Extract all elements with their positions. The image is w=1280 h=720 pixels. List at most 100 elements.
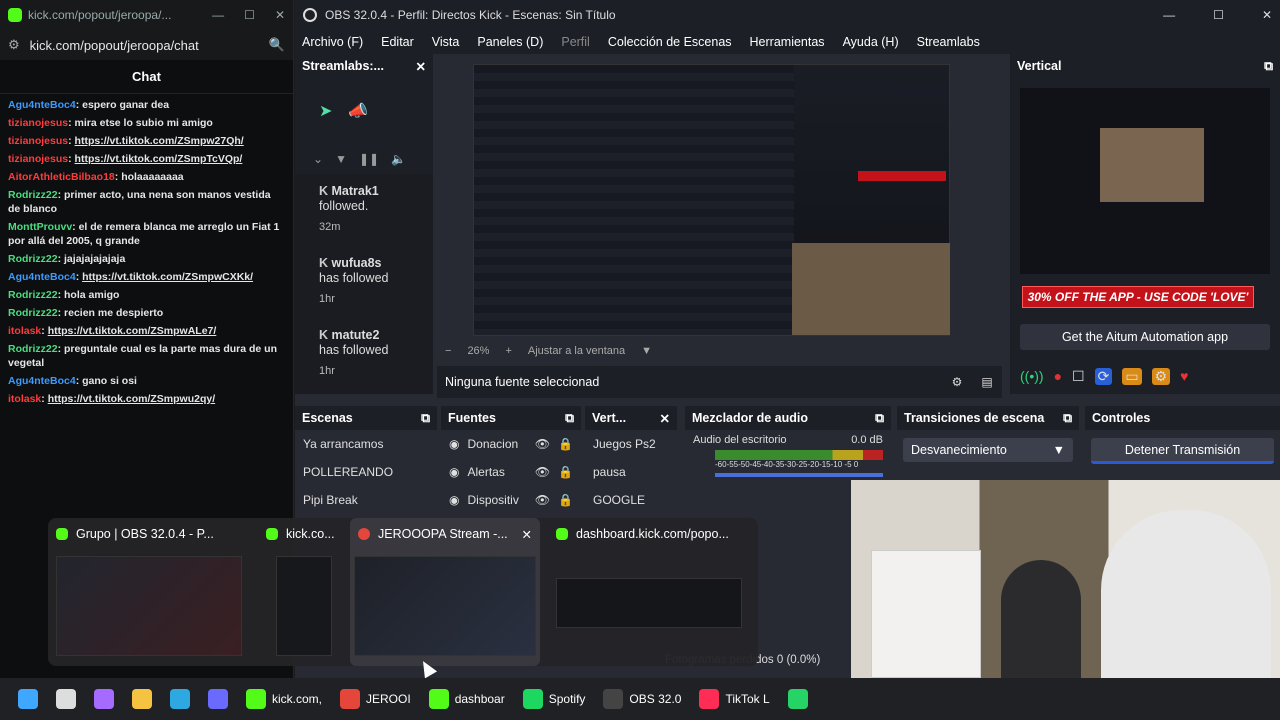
taskbar-app[interactable]: OBS 32.0 xyxy=(599,678,685,720)
zoom-out-icon[interactable]: − xyxy=(445,345,451,357)
scenes-item[interactable]: Pipi Break xyxy=(295,486,437,514)
menu-item[interactable]: Archivo (F) xyxy=(302,35,363,49)
taskbar-app[interactable] xyxy=(14,678,42,720)
undock-icon[interactable]: ⧉ xyxy=(565,411,574,426)
square-icon[interactable]: ☐ xyxy=(1072,368,1085,385)
gear-icon[interactable]: ⚙ xyxy=(1151,367,1171,385)
chat-url[interactable]: kick.com/popout/jeroopa/chat xyxy=(30,38,259,53)
eye-icon[interactable]: 👁 xyxy=(535,437,550,451)
chat-username[interactable]: Agu4nteBoc4 xyxy=(8,375,76,387)
undock-icon[interactable]: ⧉ xyxy=(1063,411,1072,426)
broadcast-icon[interactable]: ((•)) xyxy=(1020,368,1044,384)
taskbar-app[interactable] xyxy=(784,678,812,720)
taskbar-app[interactable]: kick.com, xyxy=(242,678,326,720)
site-settings-icon[interactable]: ⚙ xyxy=(8,37,20,53)
chat-username[interactable]: tizianojesus xyxy=(8,153,68,165)
search-icon[interactable]: 🔍 xyxy=(269,37,285,53)
chat-username[interactable]: itolask xyxy=(8,325,41,337)
zoom-in-icon[interactable]: + xyxy=(505,345,511,357)
eye-icon[interactable]: 👁 xyxy=(535,493,550,507)
chat-link[interactable]: https://vt.tiktok.com/ZSmpwu2qy/ xyxy=(48,393,215,405)
pause-icon[interactable]: ❚❚ xyxy=(359,152,379,166)
eye-icon[interactable]: 👁 xyxy=(535,465,550,479)
lock-icon[interactable]: 🔒 xyxy=(558,465,573,479)
record-icon[interactable]: ● xyxy=(1054,368,1062,384)
preview-item-obs[interactable]: Grupo | OBS 32.0.4 - P... xyxy=(48,518,248,666)
sources-item[interactable]: ◉ Donacion 👁 🔒 xyxy=(441,430,581,458)
send-icon[interactable]: ➤ xyxy=(319,101,332,121)
vert-item[interactable]: pausa xyxy=(585,458,677,486)
close-icon[interactable]: ✕ xyxy=(660,411,670,426)
minimize-icon[interactable]: — xyxy=(1163,8,1175,22)
menu-item[interactable]: Vista xyxy=(432,35,460,49)
chat-username[interactable]: tizianojesus xyxy=(8,135,68,147)
chat-username[interactable]: Rodrizz22 xyxy=(8,343,58,355)
preview-item-kick[interactable]: kick.co... xyxy=(258,518,344,666)
filter-icon[interactable]: ▼ xyxy=(335,152,347,166)
close-icon[interactable]: ✕ xyxy=(416,59,426,74)
chat-username[interactable]: AitorAthleticBilbao18 xyxy=(8,171,115,183)
chat-username[interactable]: Rodrizz22 xyxy=(8,253,58,265)
undock-icon[interactable]: ⧉ xyxy=(1264,59,1273,74)
promo-banner[interactable]: 30% OFF THE APP - USE CODE 'LOVE' xyxy=(1022,286,1254,308)
chat-username[interactable]: Rodrizz22 xyxy=(8,289,58,301)
taskbar-app[interactable]: dashboar xyxy=(425,678,509,720)
menu-item[interactable]: Editar xyxy=(381,35,414,49)
chat-username[interactable]: tizianojesus xyxy=(8,117,68,129)
chat-username[interactable]: Agu4nteBoc4 xyxy=(8,271,76,283)
chat-username[interactable]: Agu4nteBoc4 xyxy=(8,99,76,111)
chat-username[interactable]: itolask xyxy=(8,393,41,405)
close-icon[interactable]: ✕ xyxy=(1262,8,1272,22)
chat-username[interactable]: Rodrizz22 xyxy=(8,189,58,201)
fit-window-label[interactable]: Ajustar a la ventana xyxy=(528,345,625,357)
sources-item[interactable]: ◉ Dispositiv 👁 🔒 xyxy=(441,486,581,514)
maximize-icon[interactable]: ☐ xyxy=(1213,8,1224,22)
vertical-preview[interactable] xyxy=(1020,88,1270,274)
preview-item-chrome[interactable]: JEROOOPA Stream -... ✕ xyxy=(350,518,540,666)
undock-icon[interactable]: ⧉ xyxy=(421,411,430,426)
lock-icon[interactable]: 🔒 xyxy=(558,493,573,507)
get-app-button[interactable]: Get the Aitum Automation app xyxy=(1020,324,1270,350)
minimize-icon[interactable]: — xyxy=(212,8,224,22)
chat-username[interactable]: Rodrizz22 xyxy=(8,307,58,319)
taskbar-app[interactable] xyxy=(204,678,232,720)
menu-item[interactable]: Colección de Escenas xyxy=(608,35,732,49)
menu-item[interactable]: Ayuda (H) xyxy=(843,35,899,49)
filters-icon[interactable]: ▤ xyxy=(972,375,1002,389)
transition-select[interactable]: Desvanecimiento ▼ xyxy=(903,438,1073,462)
scenes-item[interactable]: POLLEREANDO xyxy=(295,458,437,486)
chat-link[interactable]: https://vt.tiktok.com/ZSmpwALe7/ xyxy=(48,325,217,337)
close-icon[interactable]: ✕ xyxy=(522,527,532,542)
volume-slider[interactable] xyxy=(715,473,883,477)
chat-username[interactable]: MonttProuvv xyxy=(8,221,72,233)
taskbar-app[interactable]: Spotify xyxy=(519,678,590,720)
maximize-icon[interactable]: ☐ xyxy=(244,8,255,22)
menu-item[interactable]: Paneles (D) xyxy=(477,35,543,49)
program-preview[interactable] xyxy=(473,64,950,336)
vert-item[interactable]: GOOGLE xyxy=(585,486,677,514)
heart-icon[interactable]: ♥ xyxy=(1180,368,1188,384)
volume-icon[interactable]: 🔈 xyxy=(391,152,406,166)
chat-link[interactable]: https://vt.tiktok.com/ZSmpw27Qh/ xyxy=(75,135,244,147)
preview-item-dashboard[interactable]: dashboard.kick.com/popo... xyxy=(548,518,754,666)
chat-link[interactable]: https://vt.tiktok.com/ZSmpTcVQp/ xyxy=(75,153,243,165)
close-icon[interactable]: ✕ xyxy=(275,8,285,22)
chevron-down-icon[interactable]: ⌄ xyxy=(313,152,323,166)
replay-icon[interactable]: ⟳ xyxy=(1094,367,1113,385)
menu-item[interactable]: Herramientas xyxy=(750,35,825,49)
taskbar-app[interactable] xyxy=(90,678,118,720)
sources-item[interactable]: ◉ Alertas 👁 🔒 xyxy=(441,458,581,486)
scenes-item[interactable]: Ya arrancamos xyxy=(295,430,437,458)
menu-item[interactable]: Streamlabs xyxy=(917,35,980,49)
stop-stream-button[interactable]: Detener Transmisión xyxy=(1091,438,1274,464)
taskbar-app[interactable] xyxy=(128,678,156,720)
gear-icon[interactable]: ⚙ xyxy=(942,375,972,389)
vert-item[interactable]: Juegos Ps2 xyxy=(585,430,677,458)
megaphone-icon[interactable]: 📣 xyxy=(348,101,368,121)
taskbar-app[interactable] xyxy=(166,678,194,720)
undock-icon[interactable]: ⧉ xyxy=(875,411,884,426)
menu-item[interactable]: Perfil xyxy=(561,35,589,49)
chat-link[interactable]: https://vt.tiktok.com/ZSmpwCXKk/ xyxy=(82,271,253,283)
taskbar-app[interactable]: JEROOI xyxy=(336,678,415,720)
taskbar-app[interactable] xyxy=(52,678,80,720)
